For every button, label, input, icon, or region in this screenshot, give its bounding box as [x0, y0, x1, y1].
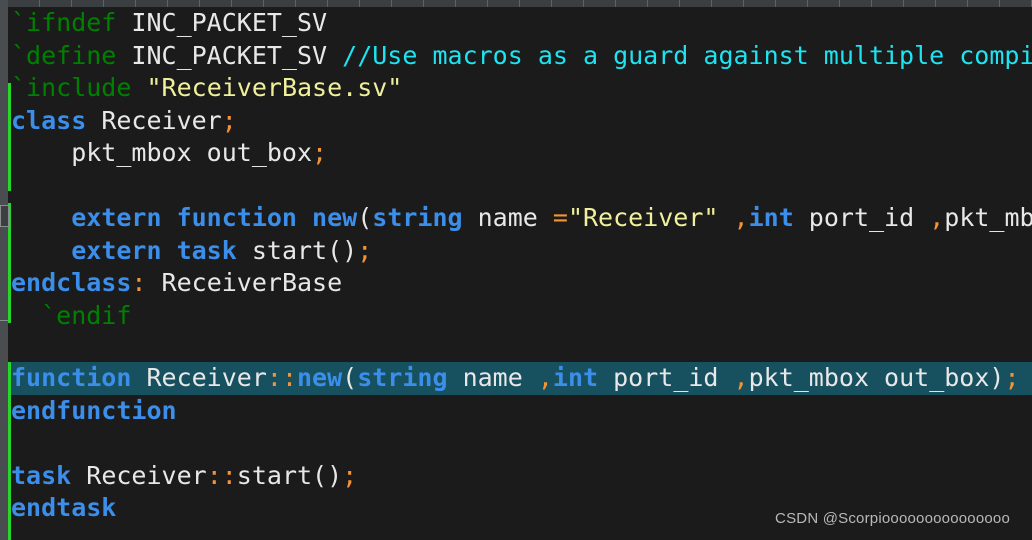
code-token: ;	[342, 460, 358, 490]
code-line[interactable]: extern function new(string name ="Receiv…	[11, 202, 1032, 235]
code-line[interactable]: `define INC_PACKET_SV //Use macros as a …	[11, 40, 1032, 73]
ruler-track	[8, 0, 1032, 7]
code-token: int	[552, 363, 599, 392]
code-token: ReceiverBase	[146, 268, 343, 297]
code-token: Receiver	[131, 363, 267, 392]
code-token: //Use macros as a guard against multiple…	[342, 40, 1032, 70]
editor-pane-top[interactable]: `ifndef INC_PACKET_SV `define INC_PACKET_…	[0, 7, 1032, 334]
code-token: string	[372, 203, 463, 232]
code-line[interactable]: function Receiver::new(string name ,int …	[11, 362, 1032, 395]
code-token: Receiver	[71, 460, 207, 490]
code-line[interactable]: `ifndef INC_PACKET_SV	[11, 7, 1032, 40]
code-token: port_id	[598, 363, 734, 392]
code-token: ,	[733, 203, 749, 232]
code-token: name	[462, 203, 553, 232]
ruler-corner	[0, 0, 8, 7]
code-token: INC_PACKET_SV	[131, 40, 328, 70]
code-line[interactable]: extern task start();	[11, 235, 1032, 268]
code-token: extern function new	[71, 203, 358, 232]
code-token: ::	[206, 460, 237, 490]
code-token: pkt_mbox out_box)	[748, 363, 1005, 392]
code-line[interactable]: pkt_mbox out_box;	[11, 137, 1032, 170]
code-content-top[interactable]: `ifndef INC_PACKET_SV `define INC_PACKET_…	[11, 7, 1032, 334]
code-token: endclass	[11, 268, 132, 297]
code-token: ;	[1004, 363, 1020, 392]
gutter-tick-top	[0, 320, 8, 321]
editor-window: `ifndef INC_PACKET_SV `define INC_PACKET_…	[0, 0, 1032, 540]
code-token: string	[357, 363, 448, 392]
code-token: ,	[537, 363, 553, 392]
code-token: `include	[11, 73, 132, 102]
code-token: int	[748, 203, 794, 232]
code-token: task	[11, 460, 72, 490]
code-token: pkt_mb	[944, 203, 1032, 232]
pane-splitter[interactable]	[0, 334, 1032, 362]
code-token: Receiver	[86, 105, 222, 135]
code-token: =	[552, 203, 568, 232]
watermark-label: CSDN @Scorpiooooooooooooooo	[775, 510, 1010, 527]
code-line[interactable]: class Receiver;	[11, 105, 1032, 138]
gutter-splitter	[0, 334, 8, 362]
code-token: `define	[11, 40, 117, 70]
code-token: ::	[266, 363, 297, 392]
gutter-bottom[interactable]	[0, 362, 11, 540]
code-token: INC_PACKET_SV	[131, 8, 328, 37]
code-token: pkt_mbox out_box	[11, 138, 313, 167]
code-token: `ifndef	[11, 8, 117, 37]
gutter-top[interactable]	[0, 7, 11, 334]
code-token: start()	[236, 235, 358, 265]
code-line[interactable]	[11, 427, 1032, 460]
code-token: name	[447, 363, 538, 392]
code-token: class	[11, 105, 87, 135]
code-token: new	[297, 363, 343, 392]
code-token: (	[342, 363, 358, 392]
code-token: "ReceiverBase.sv"	[146, 73, 403, 102]
code-token: extern task	[71, 235, 237, 265]
code-line[interactable]	[11, 170, 1032, 203]
code-line[interactable]: `include "ReceiverBase.sv"	[11, 72, 1032, 105]
code-token: (	[357, 203, 373, 232]
code-token: "Receiver"	[567, 203, 719, 232]
top-ruler	[0, 0, 1032, 7]
code-token: ,	[929, 203, 945, 232]
code-token: function	[11, 363, 132, 392]
code-token: :	[131, 268, 147, 297]
code-token: ;	[357, 235, 373, 265]
code-token: endfunction	[11, 395, 177, 425]
code-token: ;	[221, 105, 237, 135]
code-fold-marker[interactable]	[0, 205, 9, 227]
code-line[interactable]: endclass: ReceiverBase	[11, 267, 1032, 300]
code-token: ,	[733, 363, 749, 392]
code-line[interactable]: endfunction	[11, 395, 1032, 428]
code-line[interactable]: `endif	[11, 300, 1032, 333]
code-token: ;	[312, 138, 328, 167]
code-token: port_id	[793, 203, 930, 232]
code-line[interactable]: task Receiver::start();	[11, 460, 1032, 493]
code-token: start()	[236, 460, 343, 490]
code-token: endtask	[11, 493, 117, 522]
code-token: `endif	[11, 300, 132, 330]
